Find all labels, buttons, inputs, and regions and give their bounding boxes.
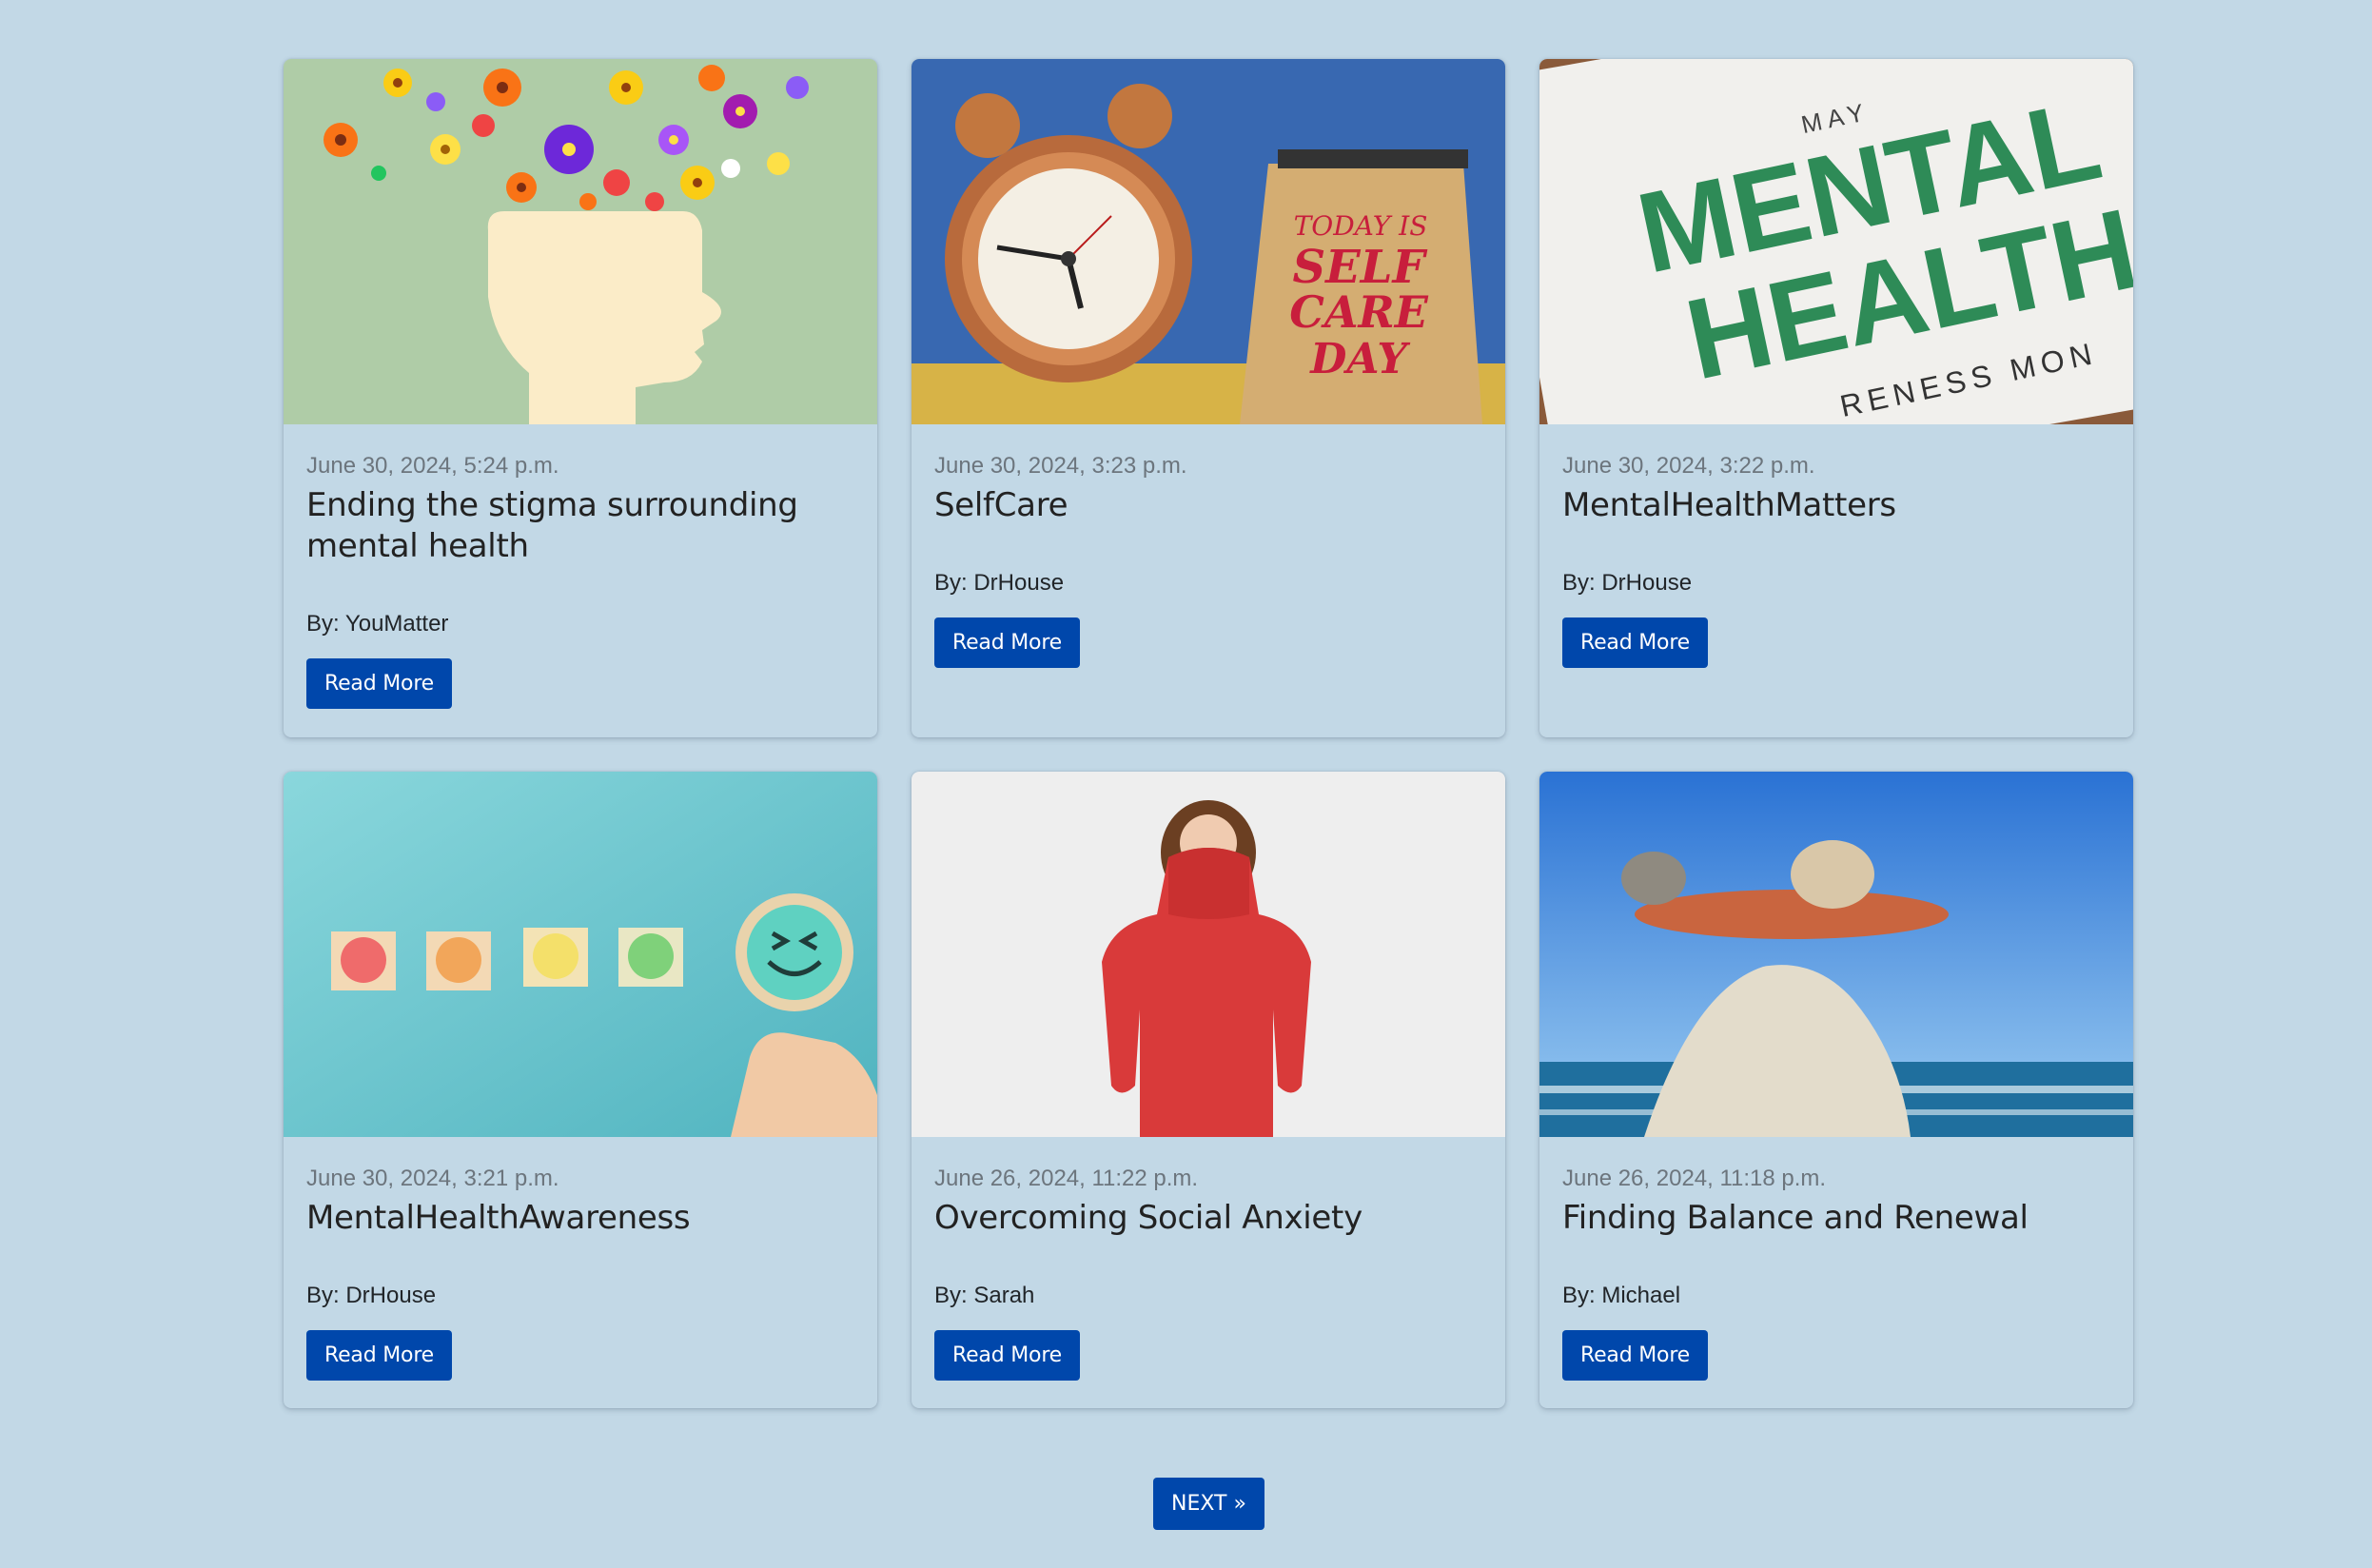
calendar-line-4: DAY [1308,335,1410,383]
post-image-emoji-blocks[interactable] [284,772,877,1137]
post-date: June 30, 2024, 3:22 p.m. [1562,453,1815,479]
post-image-woman-hiding-in-sweater[interactable] [912,772,1505,1137]
emoji-blocks-illustration [284,772,877,1137]
read-more-button[interactable]: Read More [306,1330,453,1381]
post-author: By: Michael [1562,1283,1681,1308]
post-image-mental-health-month-card[interactable]: MAY MENTAL HEALTH RENESS MON [1539,59,2133,424]
post-date: June 30, 2024, 5:24 p.m. [306,453,559,479]
post-card[interactable]: June 26, 2024, 11:18 p.m. Finding Balanc… [1539,772,2133,1408]
post-author: By: DrHouse [1562,570,1693,596]
read-more-button[interactable]: Read More [306,658,453,709]
post-date: June 26, 2024, 11:18 p.m. [1562,1166,1827,1191]
post-card[interactable]: June 26, 2024, 11:22 p.m. Overcoming Soc… [912,772,1505,1408]
post-card[interactable]: TODAY IS SELF CARE DAY June 30, 2024, 3:… [912,59,1505,737]
post-image-alarm-clock-and-calendar[interactable]: TODAY IS SELF CARE DAY [912,59,1505,424]
post-date: June 30, 2024, 3:21 p.m. [306,1166,559,1191]
post-title[interactable]: Overcoming Social Anxiety [934,1198,1482,1239]
read-more-button[interactable]: Read More [1562,617,1709,668]
mental-health-card-illustration: MAY MENTAL HEALTH RENESS MON [1539,59,2133,424]
post-card[interactable]: June 30, 2024, 5:24 p.m. Ending the stig… [284,59,877,737]
post-author: By: DrHouse [934,570,1065,596]
post-image-head-with-flowers[interactable] [284,59,877,424]
post-date: June 30, 2024, 3:23 p.m. [934,453,1187,479]
calendar-line-3: CARE [1289,286,1429,338]
post-author: By: YouMatter [306,611,449,637]
selfcare-calendar-illustration: TODAY IS SELF CARE DAY [912,59,1505,424]
post-author: By: DrHouse [306,1283,437,1308]
post-title[interactable]: SelfCare [934,485,1482,526]
post-card[interactable]: June 30, 2024, 3:21 p.m. MentalHealthAwa… [284,772,877,1408]
post-title[interactable]: Finding Balance and Renewal [1562,1198,2110,1239]
post-date: June 26, 2024, 11:22 p.m. [934,1166,1199,1191]
balanced-stones-illustration [1539,772,2133,1137]
calendar-line-1: TODAY IS [1294,210,1428,242]
woman-sweater-illustration [912,772,1505,1137]
read-more-button[interactable]: Read More [934,617,1081,668]
post-card[interactable]: MAY MENTAL HEALTH RENESS MON June 30, 20… [1539,59,2133,737]
post-grid: June 30, 2024, 5:24 p.m. Ending the stig… [284,59,2133,1408]
next-page-button[interactable]: NEXT » [1153,1478,1264,1530]
read-more-button[interactable]: Read More [1562,1330,1709,1381]
post-title[interactable]: MentalHealthMatters [1562,485,2110,526]
post-author: By: Sarah [934,1283,1035,1308]
head-flowers-illustration [284,59,877,424]
post-title[interactable]: MentalHealthAwareness [306,1198,854,1239]
post-image-balanced-stones[interactable] [1539,772,2133,1137]
read-more-button[interactable]: Read More [934,1330,1081,1381]
post-title[interactable]: Ending the stigma surrounding mental hea… [306,485,854,567]
